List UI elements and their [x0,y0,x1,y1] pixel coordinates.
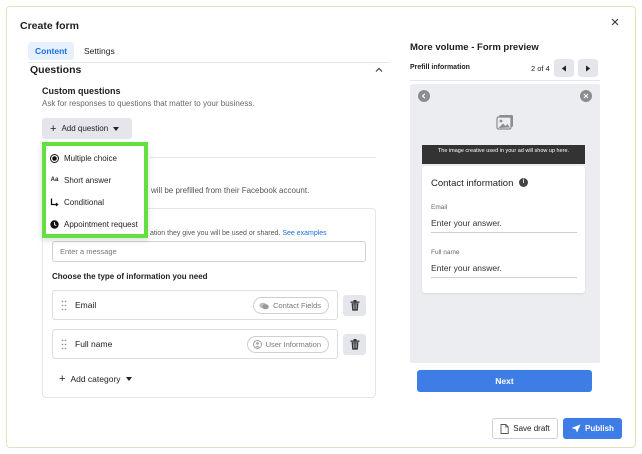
drag-handle-icon[interactable] [61,339,67,350]
preview-section-label: Prefill information [410,64,470,71]
preview-field-input[interactable]: Enter your answer. [431,263,577,278]
close-circle-icon[interactable] [580,90,592,102]
plus-icon: + [59,373,66,385]
text-aa-icon: Aa [50,177,59,183]
trash-icon [350,339,359,350]
menu-item-label: Multiple choice [64,153,117,163]
see-examples-link[interactable]: See examples [282,230,326,237]
save-draft-label: Save draft [513,424,550,433]
plus-icon: + [50,122,57,135]
publish-label: Publish [585,424,614,433]
triangle-right-icon [586,65,591,71]
chevron-up-icon[interactable] [374,65,384,75]
menu-item-conditional[interactable]: Conditional [50,195,104,209]
preview-page-indicator: 2 of 4 [531,64,550,73]
field-category-tag: Contact Fields [253,297,329,314]
add-question-button[interactable]: + Add question [42,118,132,139]
back-arrow-icon[interactable] [418,90,430,102]
delete-field-button[interactable] [343,295,366,316]
field-category-label: User Information [265,340,321,349]
paper-plane-icon [571,424,581,433]
choose-info-label: Choose the type of information you need [52,272,208,281]
trash-icon [350,300,359,311]
clock-icon [50,219,59,229]
prefill-description: will be prefilled from their Facebook ac… [151,186,310,195]
preview-field-label: Full name [431,249,460,256]
section-title-questions: Questions [30,64,82,76]
privacy-description: ation they give you will be used or shar… [150,230,327,237]
chat-bubbles-icon [259,302,269,309]
field-category-tag: User Information [246,336,329,353]
preview-title: More volume - Form preview [410,42,539,53]
preview-divider [410,80,600,81]
tab-settings[interactable]: Settings [77,42,122,60]
modal-title: Create form [20,20,79,32]
info-icon: i [519,178,528,187]
delete-field-button[interactable] [343,334,366,355]
document-icon [500,423,509,434]
triangle-left-icon [561,65,566,71]
field-name: Full name [75,339,113,349]
contact-info-title: Contact information [431,178,514,189]
save-draft-button[interactable]: Save draft [492,418,558,439]
add-question-menu: Multiple choice Aa Short answer Conditio… [42,142,148,238]
section-divider [150,157,376,158]
drag-handle-icon[interactable] [61,300,67,311]
field-row-email[interactable]: Email Contact Fields [52,290,338,320]
menu-item-appointment-request[interactable]: Appointment request [50,217,138,231]
caret-down-icon [125,377,132,381]
tab-content[interactable]: Content [28,42,75,60]
preview-field-input[interactable]: Enter your answer. [431,218,577,233]
preview-field-label: Email [431,204,448,211]
close-icon[interactable]: × [608,15,622,30]
add-category-button[interactable]: + Add category [59,373,132,385]
field-row-full-name[interactable]: Full name User Information [52,329,338,359]
preview-next-button[interactable] [578,59,598,77]
user-icon [252,340,262,349]
custom-questions-title: Custom questions [42,86,121,96]
field-name: Email [75,300,97,310]
menu-item-label: Short answer [64,175,112,185]
publish-button[interactable]: Publish [563,418,622,439]
image-banner: The image creative used in your ad will … [422,145,585,164]
caret-down-icon [113,126,120,131]
menu-item-multiple-choice[interactable]: Multiple choice [50,151,117,165]
menu-item-label: Conditional [64,197,105,207]
radio-filled-icon [50,153,59,163]
privacy-text: ation they give you will be used or shar… [150,230,281,237]
image-placeholder-icon [496,115,513,130]
menu-item-short-answer[interactable]: Aa Short answer [50,173,111,187]
next-button[interactable]: Next [417,370,592,392]
menu-item-label: Appointment request [64,219,138,229]
custom-questions-subtitle: Ask for responses to questions that matt… [42,99,255,108]
field-category-label: Contact Fields [273,301,321,310]
branch-icon [50,198,59,207]
add-category-label: Add category [70,374,121,384]
add-question-label: Add question [61,124,109,133]
preview-prev-button[interactable] [554,59,574,77]
tab-divider [28,62,390,63]
message-input[interactable] [52,241,366,262]
